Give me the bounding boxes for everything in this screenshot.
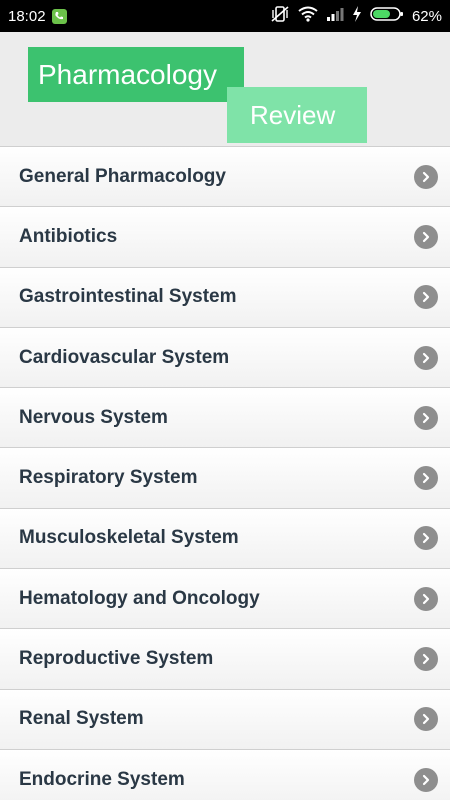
- list-item-label: General Pharmacology: [19, 165, 226, 187]
- chevron-right-icon[interactable]: [414, 285, 438, 310]
- list-item-label: Musculoskeletal System: [19, 527, 239, 549]
- list-item-label: Endocrine System: [19, 768, 185, 790]
- list-item-label: Hematology and Oncology: [19, 587, 260, 609]
- list-item[interactable]: Respiratory System: [0, 448, 450, 509]
- list-item-label: Nervous System: [19, 406, 168, 428]
- chevron-right-icon[interactable]: [414, 224, 438, 249]
- list-item-label: Antibiotics: [19, 225, 118, 247]
- logo-subtitle-text: Review: [250, 99, 336, 130]
- list-item[interactable]: Gastrointestinal System: [0, 267, 450, 328]
- chevron-right-icon[interactable]: [414, 466, 438, 491]
- list-item-label: Cardiovascular System: [19, 346, 230, 368]
- list-item[interactable]: Cardiovascular System: [0, 327, 450, 389]
- list-item[interactable]: Endocrine System: [0, 749, 450, 800]
- list-item[interactable]: Renal System: [0, 689, 450, 750]
- cell-signal-icon: [326, 6, 344, 26]
- list-item[interactable]: Antibiotics: [0, 207, 450, 268]
- chevron-right-icon[interactable]: [414, 345, 438, 370]
- list-item[interactable]: Reproductive System: [0, 629, 450, 690]
- logo-subtitle-box: Review: [227, 87, 367, 143]
- list-item[interactable]: Musculoskeletal System: [0, 508, 450, 570]
- chevron-right-icon[interactable]: [414, 164, 438, 189]
- phone-call-icon: [51, 8, 67, 24]
- list-item[interactable]: Nervous System: [0, 388, 450, 449]
- status-bar: 18:02 62%: [0, 0, 450, 32]
- chevron-right-icon[interactable]: [414, 526, 438, 551]
- list-item-label: Respiratory System: [19, 467, 198, 489]
- logo-title-text: Pharmacology: [38, 58, 217, 90]
- charging-icon: [352, 6, 362, 26]
- list-item[interactable]: General Pharmacology: [0, 147, 450, 208]
- wifi-icon: [298, 6, 318, 26]
- topic-list: General Pharmacology Antibiotics Gastroi…: [0, 146, 450, 800]
- list-item[interactable]: Hematology and Oncology: [0, 569, 450, 630]
- list-item-label: Renal System: [19, 708, 144, 730]
- chevron-right-icon[interactable]: [414, 405, 438, 430]
- chevron-right-icon[interactable]: [414, 586, 438, 611]
- status-time: 18:02: [8, 7, 46, 25]
- chevron-right-icon[interactable]: [414, 647, 438, 672]
- chevron-right-icon[interactable]: [414, 767, 438, 792]
- app-header: Pharmacology Review: [0, 32, 450, 146]
- list-item-label: Reproductive System: [19, 648, 214, 670]
- battery-percent: 62%: [411, 7, 442, 25]
- battery-icon: [370, 6, 404, 26]
- logo-title-box: Pharmacology: [28, 47, 244, 102]
- chevron-right-icon[interactable]: [414, 707, 438, 732]
- vibrate-mode-icon: [270, 5, 290, 27]
- list-item-label: Gastrointestinal System: [19, 286, 237, 308]
